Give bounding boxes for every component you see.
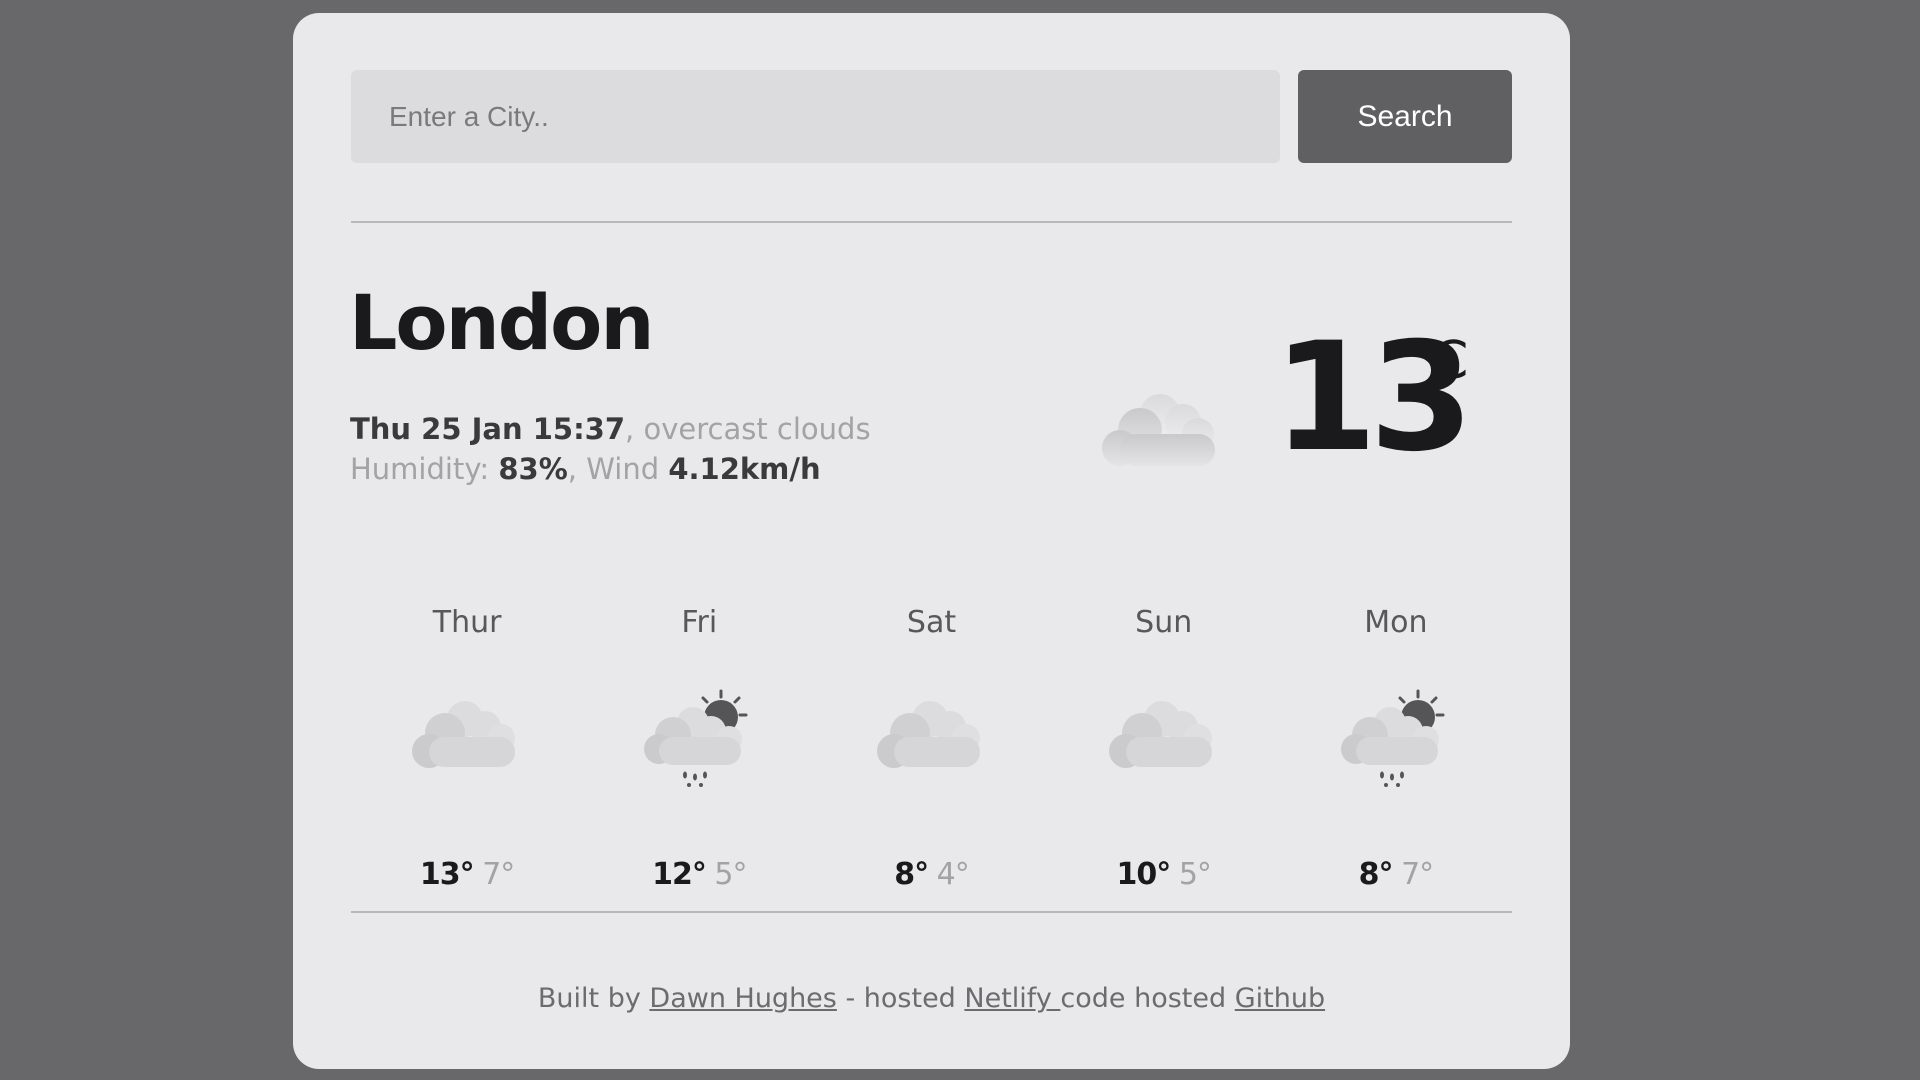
- forecast-day-name: Mon: [1364, 605, 1428, 640]
- forecast-high: 8°: [1358, 857, 1394, 892]
- city-name: London: [349, 278, 654, 367]
- weather-description: , overcast clouds: [625, 412, 871, 446]
- overcast-clouds-icon: [1102, 394, 1215, 466]
- city-search-input[interactable]: [351, 70, 1280, 163]
- wind-value: 4.12km/h: [668, 452, 821, 486]
- forecast-low: 7°: [482, 857, 515, 892]
- forecast-day: Thur 13° 7°: [351, 603, 583, 903]
- forecast-temps: 8° 4°: [815, 857, 1047, 892]
- forecast-day-name: Sun: [1135, 605, 1193, 640]
- author-link[interactable]: Dawn Hughes: [649, 983, 836, 1014]
- forecast-temps: 10° 5°: [1048, 857, 1280, 892]
- sun-cloud-rain-icon: [1340, 689, 1445, 787]
- current-datetime: Thu 25 Jan 15:37: [350, 412, 626, 446]
- forecast-day: Fri 12° 5°: [583, 603, 815, 903]
- humidity-wind-line: Humidity: 83%, Wind 4.12km/h: [350, 449, 871, 489]
- forecast-high: 12°: [652, 857, 707, 892]
- forecast-day: Sat 8° 4°: [815, 603, 1047, 903]
- overcast-clouds-icon: [876, 701, 980, 768]
- footer: Built by Dawn Hughes - hosted Netlify co…: [293, 983, 1570, 1014]
- netlify-link[interactable]: Netlify: [964, 983, 1060, 1014]
- github-link[interactable]: Github: [1235, 983, 1325, 1014]
- datetime-line: Thu 25 Jan 15:37, overcast clouds: [350, 409, 871, 449]
- forecast-day: Sun 10° 5°: [1048, 603, 1280, 903]
- footer-built-by: Built by: [537, 983, 650, 1014]
- current-details: Thu 25 Jan 15:37, overcast clouds Humidi…: [350, 409, 871, 489]
- forecast-low: 5°: [1178, 857, 1212, 892]
- forecast-high: 13°: [419, 857, 475, 892]
- sun-cloud-rain-icon: [644, 689, 748, 787]
- forecast-low: 5°: [714, 857, 747, 892]
- footer-hosted-text: - hosted: [836, 983, 965, 1014]
- forecast-temps: 13° 7°: [351, 857, 583, 892]
- forecast-day-name: Sat: [906, 605, 957, 640]
- forecast-temps: 8° 7°: [1280, 857, 1512, 892]
- divider-top: [351, 221, 1512, 223]
- forecast-day-name: Fri: [681, 605, 718, 640]
- footer-code-text: code hosted: [1060, 983, 1235, 1014]
- forecast-list: Thur 13° 7° Fri 12° 5° Sat 8° 4° Sun 10°…: [351, 603, 1512, 903]
- forecast-low: 4°: [936, 857, 970, 892]
- overcast-clouds-icon: [412, 701, 516, 768]
- forecast-high: 8°: [894, 857, 929, 892]
- overcast-clouds-icon: [1108, 701, 1212, 768]
- temperature-unit: °C: [1406, 331, 1469, 391]
- forecast-high: 10°: [1116, 857, 1172, 892]
- forecast-day: Mon 8° 7°: [1280, 603, 1512, 903]
- humidity-label: Humidity:: [350, 452, 499, 486]
- forecast-temps: 12° 5°: [583, 857, 815, 892]
- weather-card: Search London Thu 25 Jan 15:37, overcast…: [293, 13, 1570, 1069]
- search-bar: Search: [351, 70, 1512, 163]
- forecast-low: 7°: [1401, 857, 1434, 892]
- humidity-value: 83%: [498, 452, 568, 486]
- divider-bottom: [351, 911, 1512, 913]
- search-button[interactable]: Search: [1298, 70, 1512, 163]
- wind-label: , Wind: [567, 452, 669, 486]
- forecast-day-name: Thur: [432, 605, 502, 640]
